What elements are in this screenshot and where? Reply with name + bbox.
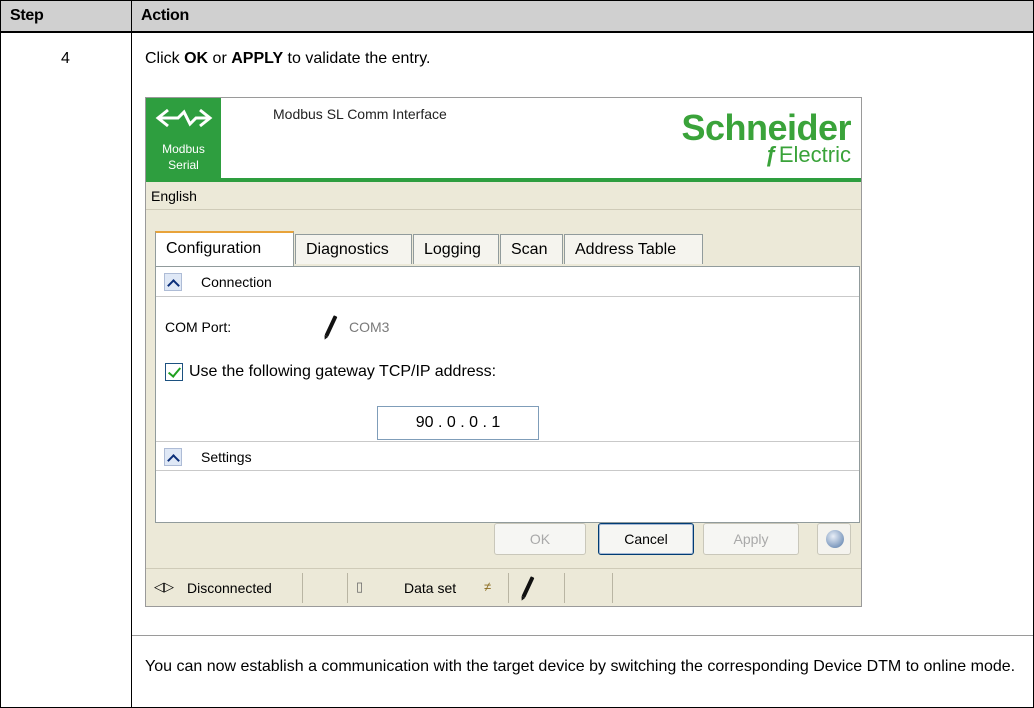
modbus-arrows-icon [155, 108, 213, 128]
data-set-icon: ▯ [356, 579, 364, 594]
connection-label: Connection [201, 274, 272, 290]
configuration-panel: Connection COM Port: COM3 Use the follow… [155, 266, 860, 523]
language-label[interactable]: English [151, 188, 197, 204]
tab-scan[interactable]: Scan [500, 234, 563, 264]
settings-section-header[interactable]: Settings [156, 441, 859, 471]
connection-status-text: Disconnected [187, 580, 272, 596]
connection-status-icon: ◁▷ [154, 579, 174, 594]
header-step: Step [10, 7, 44, 24]
tab-diagnostics[interactable]: Diagnostics [295, 234, 412, 264]
ok-button[interactable]: OK [494, 523, 586, 555]
tab-configuration[interactable]: Configuration [155, 231, 294, 266]
status-bar: ◁▷ Disconnected ▯ Data set ≠ [146, 568, 861, 606]
data-set-state-icon: ≠ [484, 579, 492, 594]
com-port-label: COM Port: [165, 319, 232, 335]
gateway-checkbox[interactable] [165, 363, 183, 381]
help-icon [826, 530, 844, 548]
step-result-text: You can now establish a communication wi… [145, 658, 1016, 675]
data-set-label: Data set [404, 580, 457, 596]
procedure-table: Step Action 4 Click OK or APPLY to valid… [0, 0, 1034, 708]
modbus-serial-logo: Modbus Serial [146, 98, 221, 178]
life-is-on-icon: ƒ [764, 142, 777, 167]
tab-address-table[interactable]: Address Table [564, 234, 703, 264]
step-number: 4 [61, 50, 70, 67]
logo-line-2: Serial [168, 158, 199, 172]
language-bar[interactable]: English [146, 182, 861, 210]
dtm-window: Modbus Serial Modbus SL Comm Interface S… [145, 97, 862, 607]
help-button[interactable] [817, 523, 851, 555]
dtm-banner: Modbus Serial Modbus SL Comm Interface S… [146, 98, 861, 182]
collapse-icon[interactable] [164, 448, 182, 466]
logo-line-1: Modbus [162, 142, 205, 156]
apply-button[interactable]: Apply [703, 523, 799, 555]
brand-main: Schneider [681, 107, 851, 148]
dtm-title: Modbus SL Comm Interface [273, 106, 447, 122]
step-instruction: Click OK or APPLY to validate the entry. [145, 50, 431, 67]
pencil-icon [324, 315, 338, 337]
settings-label: Settings [201, 449, 252, 465]
connection-section-header[interactable]: Connection [156, 267, 859, 297]
com-port-value[interactable]: COM3 [349, 319, 389, 335]
header-action: Action [141, 7, 189, 24]
cancel-button[interactable]: Cancel [598, 523, 694, 555]
brand-sub: Electric [778, 142, 851, 167]
gateway-ip-input[interactable]: 90 . 0 . 0 . 1 [377, 406, 539, 440]
gateway-checkbox-label: Use the following gateway TCP/IP address… [189, 363, 497, 380]
collapse-icon[interactable] [164, 273, 182, 291]
schneider-electric-logo: Schneider ƒElectric [681, 110, 851, 166]
tab-logging[interactable]: Logging [413, 234, 499, 264]
edit-mode-icon [521, 576, 535, 598]
